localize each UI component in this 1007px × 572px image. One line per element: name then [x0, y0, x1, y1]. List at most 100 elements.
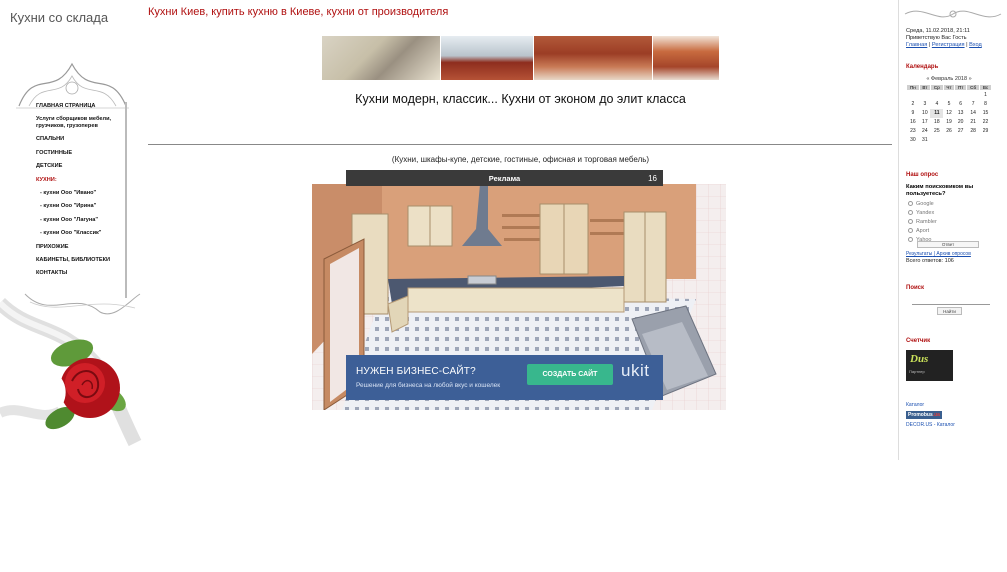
poll-results-link[interactable]: Результаты — [906, 251, 932, 257]
calendar-day[interactable]: 10 — [919, 109, 930, 118]
left-sidebar: ГЛАВНАЯ СТРАНИЦА Услуги сборщиков мебели,… — [0, 58, 145, 458]
menu-item[interactable]: КАБИНЕТЫ, БИБЛИОТЕКИ — [36, 257, 126, 264]
radio-icon[interactable] — [908, 237, 913, 242]
partner-links: Каталог Promobus.ua DECOR.US - Каталог — [906, 400, 955, 430]
partner-link-1[interactable]: Каталог — [906, 400, 955, 410]
poll-option[interactable]: Aport — [908, 226, 937, 235]
calendar-day[interactable]: 16 — [907, 118, 920, 127]
calendar-day[interactable]: 21 — [967, 118, 980, 127]
poll-option[interactable]: Google — [908, 199, 937, 208]
site-title[interactable]: Кухни со склада — [10, 10, 108, 25]
calendar-day[interactable]: 25 — [930, 127, 943, 136]
poll-option-label: Yandex — [916, 209, 935, 216]
menu-item[interactable]: ГЛАВНАЯ СТРАНИЦА — [36, 103, 126, 110]
menu-item[interactable]: - кухни Ооо "Ивано" — [36, 190, 126, 197]
partner-link-3[interactable]: DECOR.US - Каталог — [906, 420, 955, 430]
menu-item[interactable]: ПРИХОЖИЕ — [36, 244, 126, 251]
counter-badge[interactable]: Dus Партнер — [906, 350, 953, 381]
counter-label: Партнер — [909, 369, 925, 374]
calendar-day[interactable]: 3 — [919, 100, 930, 109]
menu-item[interactable]: Услуги сборщиков мебели, грузчиков, груз… — [36, 116, 126, 129]
poll-title: Наш опрос — [906, 172, 939, 178]
calendar-day[interactable]: 19 — [943, 118, 954, 127]
calendar-month[interactable]: « Февраль 2018 » — [906, 76, 992, 84]
poll-question: Каким поисковиком вы пользуетесь? — [906, 184, 974, 197]
calendar-day[interactable]: 12 — [943, 109, 954, 118]
tagline: Кухни модерн, классик... Кухни от эконом… — [355, 92, 686, 106]
promo-banner[interactable]: НУЖЕН БИЗНЕС-САЙТ? Решение для бизнеса н… — [346, 355, 663, 400]
calendar-day[interactable]: 9 — [907, 109, 920, 118]
search-input[interactable] — [912, 297, 990, 305]
calendar-day[interactable]: 23 — [907, 127, 920, 136]
calendar-day[interactable]: 31 — [919, 136, 930, 145]
calendar-day[interactable]: 14 — [967, 109, 980, 118]
calendar-day — [907, 91, 920, 100]
login-link[interactable]: Вход — [969, 42, 982, 48]
vote-button[interactable]: Ответ — [917, 241, 979, 248]
home-link[interactable]: Главная — [906, 42, 927, 48]
poll-option[interactable]: Rambler — [908, 217, 937, 226]
ad-header-bar[interactable]: Реклама 16 — [346, 170, 663, 186]
calendar-day[interactable]: 20 — [955, 118, 967, 127]
poll-total: Всего ответов: 106 — [906, 258, 954, 264]
calendar-day[interactable]: 5 — [943, 100, 954, 109]
poll-option-label: Google — [916, 200, 934, 207]
register-link[interactable]: Регистрация — [932, 42, 965, 48]
calendar-day[interactable]: 11 — [930, 108, 944, 118]
poll-option[interactable]: Yandex — [908, 208, 937, 217]
ukit-logo[interactable]: ukit — [621, 361, 649, 381]
calendar-day[interactable]: 6 — [955, 100, 967, 109]
poll-archive-link[interactable]: Архив опросов — [936, 251, 970, 257]
calendar-day[interactable]: 27 — [955, 127, 967, 136]
calendar-day[interactable]: 24 — [919, 127, 930, 136]
calendar-day[interactable]: 17 — [919, 118, 930, 127]
divider — [148, 144, 892, 145]
calendar-day[interactable]: 28 — [967, 127, 980, 136]
calendar-day[interactable]: 18 — [930, 118, 943, 127]
main-menu: ГЛАВНАЯ СТРАНИЦА Услуги сборщиков мебели,… — [36, 103, 126, 284]
user-info: Среда, 11.02.2018, 21:11 Приветствую Вас… — [906, 28, 1001, 49]
poll-options: Google Yandex Rambler Aport Yahoo — [908, 199, 937, 244]
calendar-day[interactable]: 4 — [930, 100, 943, 109]
menu-item[interactable]: СПАЛЬНИ — [36, 136, 126, 143]
calendar-day[interactable]: 7 — [967, 100, 980, 109]
calendar-day[interactable]: 2 — [907, 100, 920, 109]
calendar-day[interactable]: 8 — [980, 100, 992, 109]
radio-icon[interactable] — [908, 201, 913, 206]
menu-item[interactable]: - кухни Ооо "Лагуна" — [36, 217, 126, 224]
create-site-button[interactable]: СОЗДАТЬ САЙТ — [527, 364, 613, 385]
menu-item[interactable]: КОНТАКТЫ — [36, 270, 126, 277]
radio-icon[interactable] — [908, 210, 913, 215]
calendar-day[interactable]: 13 — [955, 109, 967, 118]
calendar-day[interactable]: 22 — [980, 118, 992, 127]
calendar-title: Календарь — [906, 64, 939, 70]
banner-photo-2 — [441, 36, 533, 80]
banner-photo-3 — [534, 36, 652, 80]
radio-icon[interactable] — [908, 228, 913, 233]
calendar: « Февраль 2018 » Пн Вт Ср Чт Пт Сб Вс 12345678… — [906, 76, 992, 145]
calendar-day[interactable]: 26 — [943, 127, 954, 136]
calendar-day — [930, 91, 943, 100]
rose-image — [0, 293, 145, 458]
menu-item[interactable]: КУХНИ: — [36, 177, 126, 184]
calendar-day — [943, 136, 954, 145]
calendar-day[interactable]: 29 — [980, 127, 992, 136]
calendar-day[interactable]: 1 — [980, 91, 992, 100]
menu-item[interactable]: ДЕТСКИЕ — [36, 163, 126, 170]
calendar-day[interactable]: 15 — [980, 109, 992, 118]
calendar-day — [980, 136, 992, 145]
radio-icon[interactable] — [908, 219, 913, 224]
banner-photo-4 — [653, 36, 719, 80]
search-button[interactable]: Найти — [937, 307, 962, 315]
menu-item[interactable]: - кухни Ооо "Ирина" — [36, 203, 126, 210]
subline: (Кухни, шкафы-купе, детские, гостиные, о… — [391, 155, 650, 164]
menu-item[interactable]: ГОСТИННЫЕ — [36, 150, 126, 157]
poll-links: Результаты | Архив опросов — [906, 251, 971, 257]
menu-item[interactable]: - кухни Ооо "Классик" — [36, 230, 126, 237]
calendar-day — [930, 136, 943, 145]
poll-option-label: Rambler — [916, 218, 937, 225]
partner-link-2[interactable]: Promobus.ua — [906, 410, 955, 420]
promobus-name: Promobus — [908, 412, 933, 418]
calendar-day[interactable]: 30 — [907, 136, 920, 145]
header-link[interactable]: Кухни Киев, купить кухню в Киеве, кухни … — [148, 6, 448, 18]
